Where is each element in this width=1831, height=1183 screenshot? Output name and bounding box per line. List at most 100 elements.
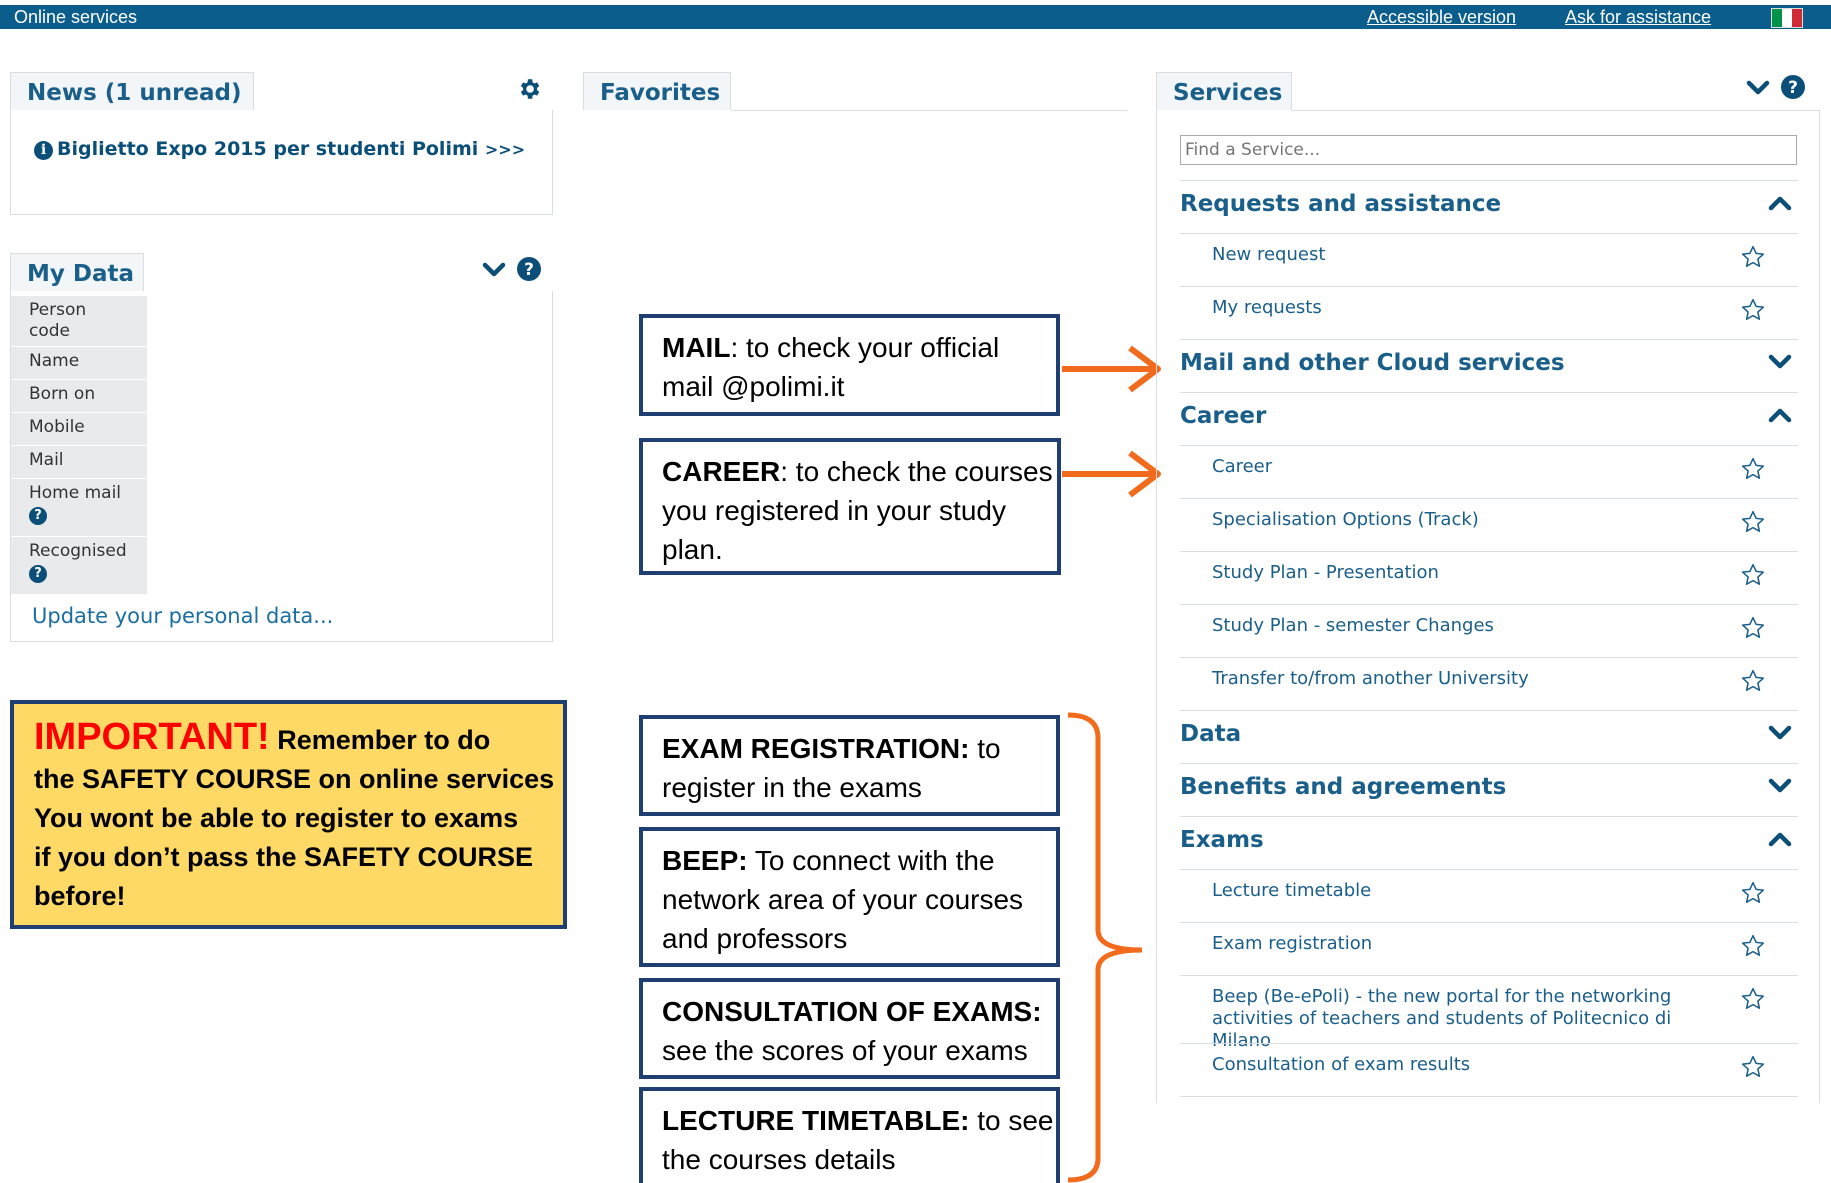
- row-label: Recognised: [29, 541, 127, 561]
- service-item-label: Exam registration: [1212, 933, 1373, 954]
- service-item-label: Study Plan - semester Changes: [1212, 615, 1494, 636]
- row-label: Born on: [29, 384, 96, 404]
- service-category[interactable]: Benefits and agreements: [1180, 763, 1798, 816]
- site-title: Online services: [14, 7, 138, 27]
- svg-text:?: ?: [524, 260, 534, 280]
- service-item-label: Consultation of exam results: [1212, 1054, 1471, 1075]
- important-line: You wont be able to register to exams: [34, 803, 519, 833]
- my-data-row-recognised: Recognised ?: [11, 537, 147, 595]
- service-category[interactable]: Data: [1180, 710, 1798, 763]
- news-tab[interactable]: News (1 unread): [10, 72, 254, 110]
- chevron-down-icon[interactable]: [1768, 352, 1792, 372]
- row-label: Mobile: [29, 417, 85, 437]
- service-item[interactable]: Lecture timetable: [1180, 869, 1798, 922]
- my-data-tab[interactable]: My Data: [10, 253, 144, 291]
- help-icon[interactable]: ?: [29, 565, 47, 583]
- star-icon[interactable]: [1740, 456, 1766, 482]
- star-icon[interactable]: [1740, 933, 1766, 959]
- career-callout: CAREER: to check the courses you registe…: [639, 438, 1061, 575]
- news-panel: [10, 110, 553, 215]
- chevron-up-icon[interactable]: [1768, 405, 1792, 425]
- star-icon[interactable]: [1740, 509, 1766, 535]
- exam-registration-callout: EXAM REGISTRATION: to register in the ex…: [639, 715, 1060, 816]
- my-data-row-born-on: Born on: [11, 380, 147, 413]
- callout-text: see the scores of your exams: [662, 1035, 1028, 1066]
- service-item[interactable]: My requests: [1180, 286, 1798, 339]
- service-category[interactable]: Exams: [1180, 816, 1798, 869]
- service-item-label: Career: [1212, 456, 1273, 477]
- star-icon[interactable]: [1740, 562, 1766, 588]
- help-icon[interactable]: ?: [1780, 74, 1806, 100]
- info-icon: i: [34, 141, 53, 160]
- service-item[interactable]: Consultation of exam results: [1180, 1043, 1798, 1096]
- services-left-border: [1156, 110, 1157, 1103]
- service-category-label: Requests and assistance: [1180, 191, 1502, 217]
- service-item[interactable]: Exam registration: [1180, 922, 1798, 975]
- service-category-label: Benefits and agreements: [1180, 774, 1507, 800]
- svg-text:?: ?: [1788, 78, 1798, 98]
- my-data-row-home-mail: Home mail ?: [11, 479, 147, 537]
- important-note: IMPORTANT! Remember to do the SAFETY COU…: [10, 700, 567, 929]
- row-label: Mail: [29, 450, 64, 470]
- timetable-callout: LECTURE TIMETABLE: to see the courses de…: [639, 1087, 1060, 1183]
- service-item-label: New request: [1212, 244, 1326, 265]
- chevron-up-icon[interactable]: [1768, 193, 1792, 213]
- beep-callout: BEEP: To connect with the network area o…: [639, 827, 1060, 967]
- italian-flag-icon[interactable]: [1771, 8, 1803, 28]
- service-category-label: Mail and other Cloud services: [1180, 350, 1565, 376]
- service-category[interactable]: Career: [1180, 392, 1798, 445]
- star-icon[interactable]: [1740, 880, 1766, 906]
- chevron-down-icon[interactable]: [482, 260, 506, 280]
- exams-bracket: [1067, 712, 1143, 1183]
- chevron-up-icon[interactable]: [1768, 829, 1792, 849]
- important-line: the SAFETY COURSE on online services: [34, 764, 555, 794]
- services-list-end: [1180, 1096, 1798, 1097]
- important-line: before!: [34, 881, 126, 911]
- service-item[interactable]: Transfer to/from another University: [1180, 657, 1798, 710]
- callout-title: MAIL: [662, 332, 731, 363]
- top-bar: Online services Accessible version Ask f…: [0, 5, 1831, 29]
- services-tab[interactable]: Services: [1156, 72, 1292, 110]
- favorites-tab[interactable]: Favorites: [583, 72, 731, 110]
- gear-icon[interactable]: [516, 76, 542, 102]
- service-item[interactable]: Study Plan - semester Changes: [1180, 604, 1798, 657]
- star-icon[interactable]: [1740, 986, 1766, 1012]
- news-more-link[interactable]: >>>: [485, 140, 525, 159]
- service-item[interactable]: New request: [1180, 233, 1798, 286]
- star-icon[interactable]: [1740, 297, 1766, 323]
- update-personal-data-link[interactable]: Update your personal data...: [32, 604, 333, 628]
- star-icon[interactable]: [1740, 668, 1766, 694]
- star-icon[interactable]: [1740, 244, 1766, 270]
- my-data-row-mail: Mail: [11, 446, 147, 479]
- service-item-label: Study Plan - Presentation: [1212, 562, 1439, 583]
- service-item[interactable]: Beep (Be-ePoli) - the new portal for the…: [1180, 975, 1798, 1051]
- important-line: Remember to do: [277, 725, 491, 755]
- chevron-down-icon[interactable]: [1768, 776, 1792, 796]
- service-item-label: Lecture timetable: [1212, 880, 1372, 901]
- service-category[interactable]: Requests and assistance: [1180, 180, 1798, 233]
- service-item[interactable]: Specialisation Options (Track): [1180, 498, 1798, 551]
- star-icon[interactable]: [1740, 1054, 1766, 1080]
- service-item-label: Specialisation Options (Track): [1212, 509, 1479, 530]
- chevron-down-icon[interactable]: [1768, 723, 1792, 743]
- career-arrow: [1062, 450, 1161, 498]
- service-search-input[interactable]: [1180, 135, 1797, 165]
- row-label: Home mail: [29, 483, 122, 503]
- service-item-label: Transfer to/from another University: [1212, 668, 1529, 689]
- help-icon[interactable]: ?: [516, 256, 542, 282]
- news-item[interactable]: i Biglietto Expo 2015 per studenti Polimi…: [34, 138, 525, 160]
- help-icon[interactable]: ?: [29, 507, 47, 525]
- chevron-down-icon[interactable]: [1746, 78, 1770, 98]
- consultation-callout: CONSULTATION OF EXAMS: see the scores of…: [639, 978, 1060, 1079]
- service-item[interactable]: Study Plan - Presentation: [1180, 551, 1798, 604]
- star-icon[interactable]: [1740, 615, 1766, 641]
- service-category[interactable]: Mail and other Cloud services: [1180, 339, 1798, 392]
- ask-assistance-link[interactable]: Ask for assistance: [1565, 7, 1711, 28]
- service-item[interactable]: Career: [1180, 445, 1798, 498]
- important-line: if you don’t pass the SAFETY COURSE: [34, 842, 534, 872]
- accessible-version-link[interactable]: Accessible version: [1367, 7, 1516, 28]
- service-category-label: Career: [1180, 403, 1267, 429]
- row-label: Name: [29, 351, 80, 371]
- service-item-label: My requests: [1212, 297, 1322, 318]
- my-data-row-mobile: Mobile: [11, 413, 147, 446]
